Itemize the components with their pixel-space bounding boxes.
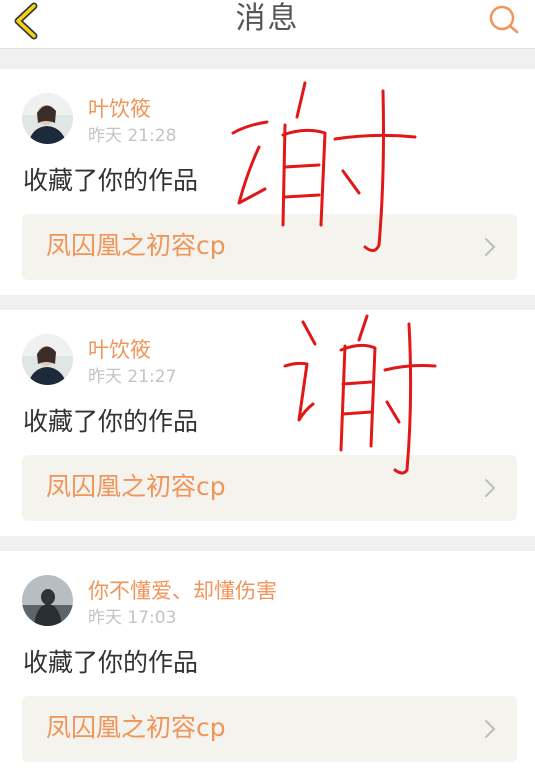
- work-link[interactable]: 凤囚凰之初容cp: [22, 455, 517, 521]
- username[interactable]: 叶饮筱: [88, 96, 151, 122]
- timestamp: 昨天 21:27: [88, 367, 177, 387]
- timestamp: 昨天 17:03: [88, 608, 177, 628]
- avatar[interactable]: [22, 334, 73, 385]
- message-card: 叶饮筱 昨天 21:27 收藏了你的作品 凤囚凰之初容cp: [0, 310, 535, 536]
- search-icon: [489, 5, 519, 34]
- action-text: 收藏了你的作品: [23, 648, 199, 677]
- search-button[interactable]: [487, 2, 521, 36]
- chevron-right-icon: [485, 720, 496, 738]
- top-bar: 消息: [0, 0, 535, 49]
- username[interactable]: 你不懂爱、却懂伤害: [88, 578, 277, 604]
- work-title: 凤囚凰之初容cp: [46, 472, 226, 501]
- work-title: 凤囚凰之初容cp: [46, 231, 226, 260]
- work-title: 凤囚凰之初容cp: [46, 713, 226, 742]
- message-card: 叶饮筱 昨天 21:28 收藏了你的作品 凤囚凰之初容cp: [0, 69, 535, 295]
- message-card: 你不懂爱、却懂伤害 昨天 17:03 收藏了你的作品 凤囚凰之初容cp: [0, 551, 535, 777]
- timestamp: 昨天 21:28: [88, 126, 177, 146]
- chevron-right-icon: [485, 238, 496, 256]
- avatar[interactable]: [22, 575, 73, 626]
- action-text: 收藏了你的作品: [23, 407, 199, 436]
- username[interactable]: 叶饮筱: [88, 337, 151, 363]
- work-link[interactable]: 凤囚凰之初容cp: [22, 696, 517, 762]
- chevron-right-icon: [485, 479, 496, 497]
- avatar[interactable]: [22, 93, 73, 144]
- work-link[interactable]: 凤囚凰之初容cp: [22, 214, 517, 280]
- page-title: 消息: [235, 1, 300, 36]
- action-text: 收藏了你的作品: [23, 166, 199, 195]
